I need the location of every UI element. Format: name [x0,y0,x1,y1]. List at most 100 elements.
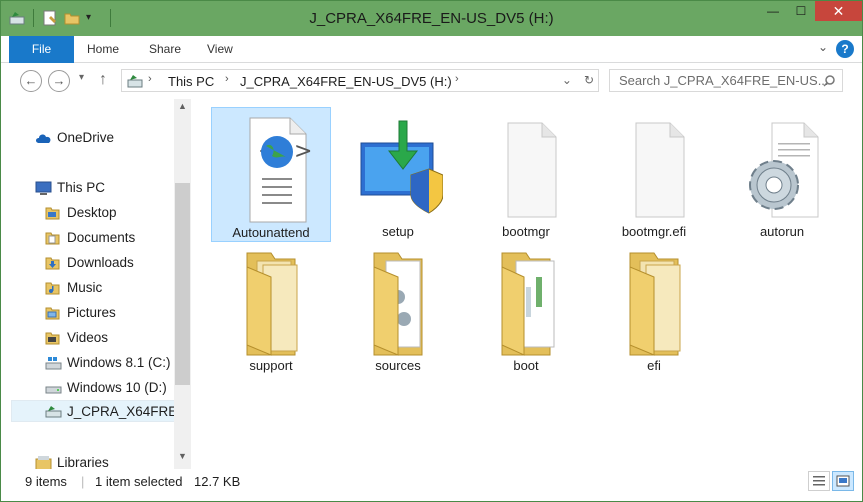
file-view: < > Autounattend setup [191,99,862,469]
file-label: bootmgr [502,224,550,239]
breadcrumb-separator[interactable]: › [148,73,152,85]
ribbon-tabs: File Home Share View ⌄ ? [1,36,862,63]
nav-item-libraries[interactable]: Libraries [35,452,109,469]
expand-ribbon-icon[interactable]: ⌄ [818,40,828,58]
folder-icon [45,205,61,221]
nav-item-label: Music [67,280,103,295]
nav-scrollbar[interactable]: ▲ ▼ [174,99,191,469]
folder-icon [45,330,61,346]
cloud-icon [35,130,51,146]
minimize-button[interactable]: — [759,1,787,21]
nav-item-pictures[interactable]: Pictures [45,302,116,324]
xml-file-icon: < > [249,117,312,223]
selection-count: 1 item selected [95,474,183,489]
nav-item-label: Documents [67,230,136,245]
file-label: bootmgr.efi [621,224,687,239]
file-item-setup[interactable]: setup [338,107,458,242]
config-file-icon [749,122,819,218]
drive-icon [45,355,62,371]
file-item-autorun[interactable]: autorun [722,107,842,242]
file-label: autorun [759,224,805,239]
nav-item-dvd-drive[interactable]: J_CPRA_X64FRE_E [45,401,191,423]
title-bar[interactable]: ▾ J_CPRA_X64FRE_EN-US_DV5 (H:) — ☐ ✕ [1,1,862,36]
large-icons-view-icon[interactable] [832,471,854,491]
scroll-up-icon[interactable]: ▲ [178,101,187,111]
status-divider: | [81,474,85,489]
navigation-pane: OneDrive This PC Desktop Documents Downl… [1,99,191,469]
search-input[interactable]: Search J_CPRA_X64FRE_EN-US... [609,69,843,92]
folder-item-boot[interactable]: boot [466,241,586,376]
window-controls: — ☐ ✕ [759,1,862,21]
breadcrumb-this-pc[interactable]: This PC [168,74,214,89]
refresh-icon[interactable]: ↻ [584,73,594,87]
nav-item-label: Libraries [57,455,109,469]
tab-file[interactable]: File [9,36,74,63]
file-label: Autounattend [232,225,310,240]
nav-item-label: Pictures [67,305,116,320]
close-button[interactable]: ✕ [815,1,862,21]
file-icon [507,122,557,218]
scroll-down-icon[interactable]: ▼ [178,451,187,461]
folder-item-support[interactable]: support [211,241,331,376]
computer-icon [35,180,52,196]
address-bar[interactable]: › This PC › J_CPRA_X64FRE_EN-US_DV5 (H:)… [121,69,599,92]
file-item-bootmgr-efi[interactable]: bootmgr.efi [594,107,714,242]
breadcrumb-separator[interactable]: › [455,73,459,85]
nav-item-label: OneDrive [57,130,115,145]
maximize-button[interactable]: ☐ [787,1,815,21]
file-item-bootmgr[interactable]: bootmgr [466,107,586,242]
up-button[interactable]: ↑ [99,71,107,89]
folder-icon [45,230,61,246]
folder-icon [629,252,681,356]
folder-item-sources[interactable]: sources [338,241,458,376]
folder-icon [373,252,423,356]
nav-item-desktop[interactable]: Desktop [45,202,117,224]
folder-label: sources [375,358,421,373]
details-view-icon[interactable] [808,471,830,491]
tab-home[interactable]: Home [87,36,119,63]
nav-item-label: Downloads [67,255,134,270]
nav-item-label: This PC [57,180,106,195]
scroll-thumb[interactable] [175,183,190,385]
recent-locations-icon[interactable]: ▾ [79,72,84,83]
nav-item-downloads[interactable]: Downloads [45,252,134,274]
setup-icon [360,120,443,214]
breadcrumb-separator[interactable]: › [225,73,229,85]
nav-item-documents[interactable]: Documents [45,227,136,249]
nav-item-onedrive[interactable]: OneDrive [36,127,115,149]
back-button[interactable]: ← [20,70,42,92]
status-bar: 9 items | 1 item selected 12.7 KB [1,469,862,501]
item-count: 9 items [25,474,67,489]
nav-item-label: Videos [67,330,109,345]
search-icon[interactable] [823,75,835,90]
folder-icon [501,252,555,356]
folder-icon [246,252,298,356]
tab-share[interactable]: Share [149,36,181,63]
nav-item-windows-10[interactable]: Windows 10 (D:) [45,377,167,399]
file-item-autounattend[interactable]: < > Autounattend [211,107,331,242]
address-row: ← → ▾ ↑ › This PC › J_CPRA_X64FRE_EN-US_… [1,63,862,99]
drive-icon [127,74,143,91]
selection-size: 12.7 KB [194,474,241,489]
forward-button[interactable]: → [48,70,70,92]
address-controls: ⌄ ↻ [562,73,594,87]
folder-icon [45,305,61,321]
breadcrumb-drive[interactable]: J_CPRA_X64FRE_EN-US_DV5 (H:) [240,74,452,89]
nav-item-label: Windows 10 (D:) [67,380,167,395]
folder-label: support [249,358,293,373]
folder-item-efi[interactable]: efi [594,241,714,376]
folder-label: boot [513,358,539,373]
nav-item-windows-81[interactable]: Windows 8.1 (C:) [45,352,171,374]
tab-view[interactable]: View [207,36,233,63]
folder-icon [45,255,61,271]
dvd-icon [45,404,62,420]
drive-icon [45,380,62,396]
address-dropdown-icon[interactable]: ⌄ [562,73,572,87]
explorer-window: ▾ J_CPRA_X64FRE_EN-US_DV5 (H:) — ☐ ✕ Fil… [0,0,863,502]
nav-item-videos[interactable]: Videos [45,327,109,349]
help-icon[interactable]: ? [836,40,854,58]
nav-item-this-pc[interactable]: This PC [35,177,106,199]
folder-label: efi [647,358,661,373]
folder-icon [45,280,61,296]
nav-item-music[interactable]: Music [45,277,103,299]
